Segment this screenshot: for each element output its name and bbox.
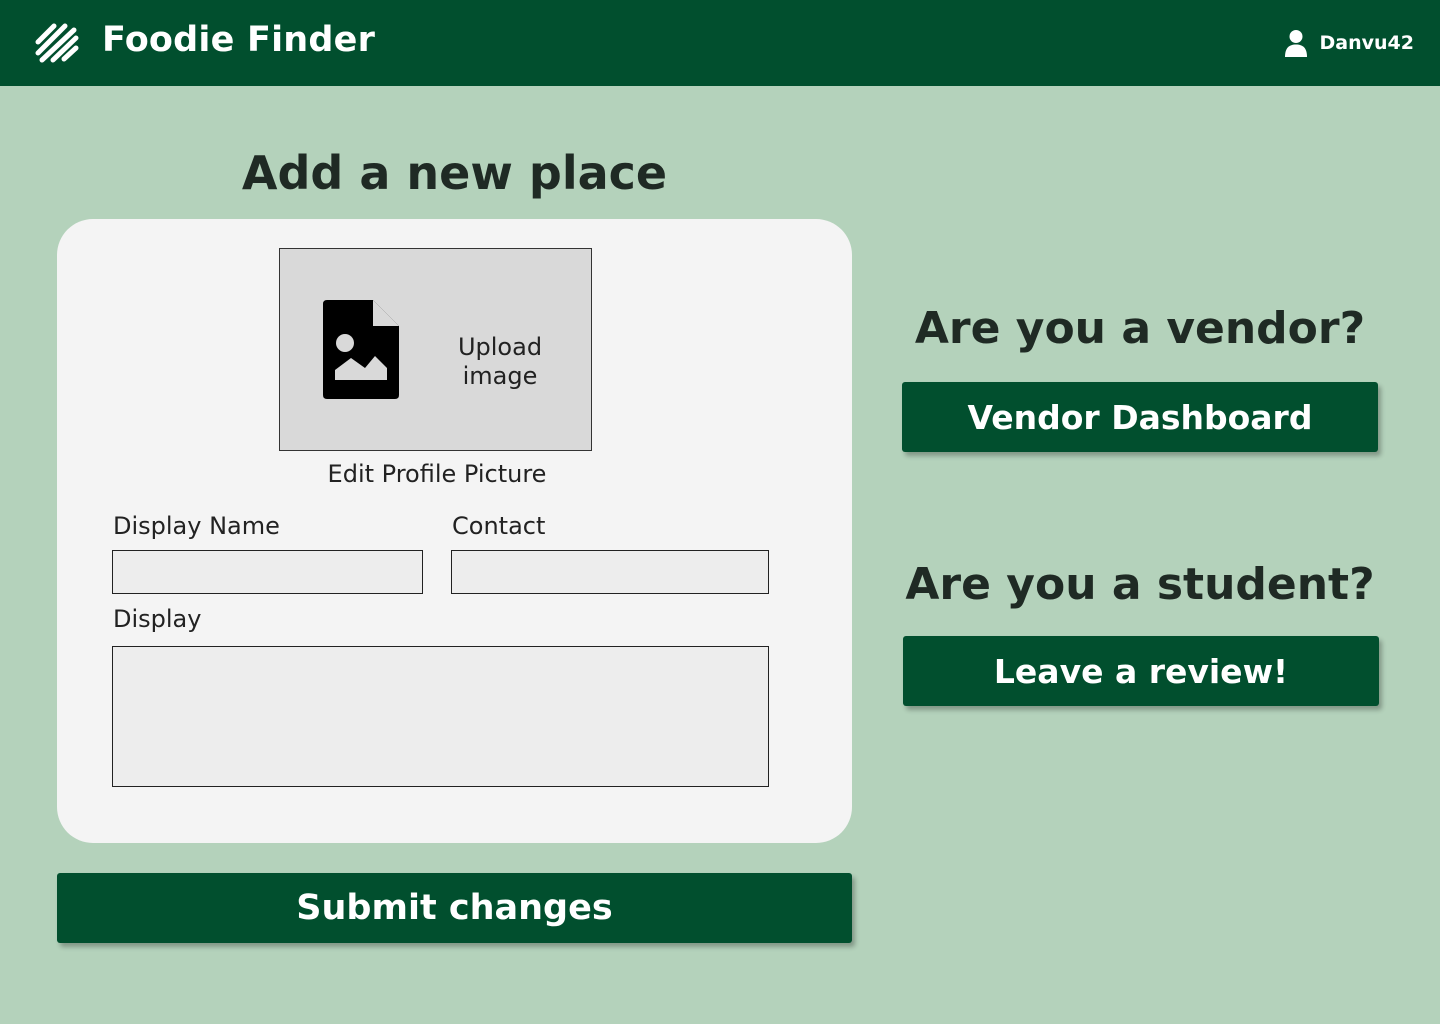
striped-leaf-logo-icon[interactable] bbox=[34, 22, 80, 64]
contact-label: Contact bbox=[452, 512, 546, 540]
place-form-card: Upload image Edit Profile Picture Displa… bbox=[57, 219, 852, 843]
student-heading: Are you a student? bbox=[905, 559, 1375, 610]
display-label: Display bbox=[113, 605, 202, 633]
vendor-heading: Are you a vendor? bbox=[914, 303, 1366, 354]
app-title[interactable]: Foodie Finder bbox=[102, 20, 375, 60]
display-name-input[interactable] bbox=[112, 550, 423, 594]
image-file-icon bbox=[323, 300, 399, 399]
vendor-dashboard-button[interactable]: Vendor Dashboard bbox=[902, 382, 1378, 452]
user-menu[interactable]: Danvu42 bbox=[1284, 28, 1414, 58]
page-title: Add a new place bbox=[241, 146, 668, 200]
top-navigation-bar: Foodie Finder Danvu42 bbox=[0, 0, 1440, 86]
username: Danvu42 bbox=[1319, 32, 1414, 54]
upload-image-dropzone[interactable]: Upload image bbox=[279, 248, 592, 451]
upload-image-label: Upload image bbox=[457, 333, 543, 390]
person-icon bbox=[1284, 30, 1307, 57]
submit-changes-button[interactable]: Submit changes bbox=[57, 873, 852, 943]
display-textarea[interactable] bbox=[112, 646, 769, 787]
leave-review-button[interactable]: Leave a review! bbox=[903, 636, 1379, 706]
contact-input[interactable] bbox=[451, 550, 769, 594]
edit-profile-picture-label: Edit Profile Picture bbox=[327, 460, 547, 488]
display-name-label: Display Name bbox=[113, 512, 280, 540]
